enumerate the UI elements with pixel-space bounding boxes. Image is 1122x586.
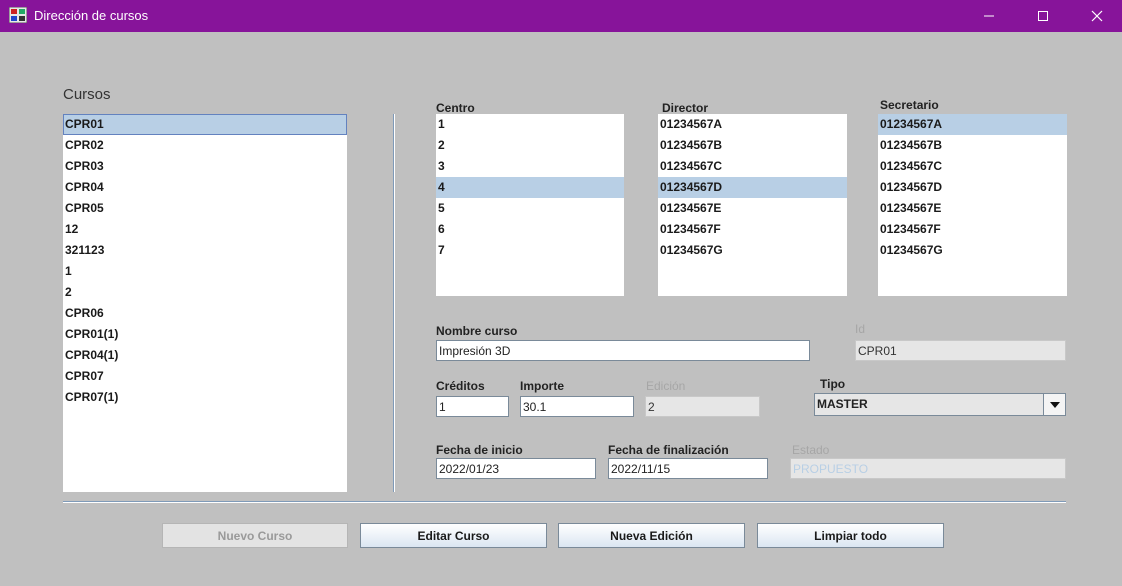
cursos-list-item[interactable]: CPR07	[63, 366, 347, 387]
centro-list-item[interactable]: 6	[436, 219, 624, 240]
cursos-list-item[interactable]: CPR04(1)	[63, 345, 347, 366]
cursos-list-item[interactable]: CPR07(1)	[63, 387, 347, 408]
nombre-curso-label: Nombre curso	[436, 324, 518, 338]
dropdown-button[interactable]	[1043, 394, 1065, 415]
director-list[interactable]: 01234567A 01234567B 01234567C 01234567D 0123…	[658, 114, 847, 296]
cursos-list-item[interactable]: CPR01	[63, 114, 347, 135]
secretario-list-item[interactable]: 01234567F	[878, 219, 1067, 240]
vertical-separator	[393, 114, 395, 492]
centro-list-item[interactable]: 2	[436, 135, 624, 156]
cursos-list-item[interactable]: CPR04	[63, 177, 347, 198]
id-field: CPR01	[855, 340, 1066, 361]
fecha-inicio-field[interactable]: 2022/01/23	[436, 458, 596, 479]
director-list-item[interactable]: 01234567C	[658, 156, 847, 177]
cursos-list-item[interactable]: CPR02	[63, 135, 347, 156]
cursos-list[interactable]: CPR01 CPR02 CPR03 CPR04 CPR05 12 321123 1 2 CPR06…	[63, 114, 347, 492]
importe-field[interactable]: 30.1	[520, 396, 634, 417]
secretario-list[interactable]: 01234567A 01234567B 01234567C 01234567D 0123…	[878, 114, 1067, 296]
fecha-fin-label: Fecha de finalización	[608, 443, 729, 457]
nuevo-curso-button[interactable]: Nuevo Curso	[162, 523, 348, 548]
centro-list-item[interactable]: 4	[436, 177, 624, 198]
secretario-list-item[interactable]: 01234567D	[878, 177, 1067, 198]
importe-label: Importe	[520, 379, 565, 393]
fecha-fin-field[interactable]: 2022/11/15	[608, 458, 768, 479]
tipo-select[interactable]: MASTER	[814, 393, 1066, 416]
maximize-button[interactable]	[1020, 0, 1066, 32]
java-app-icon	[9, 7, 27, 23]
centro-list-item[interactable]: 3	[436, 156, 624, 177]
edicion-label: Edición	[646, 379, 686, 393]
director-list-item[interactable]: 01234567A	[658, 114, 847, 135]
nueva-edicion-button[interactable]: Nueva Edición	[558, 523, 745, 548]
cursos-label: Cursos	[63, 86, 111, 103]
creditos-label: Créditos	[436, 379, 485, 393]
centro-label: Centro	[436, 101, 475, 115]
director-list-item[interactable]: 01234567D	[658, 177, 847, 198]
cursos-list-item[interactable]: CPR01(1)	[63, 324, 347, 345]
cursos-list-item[interactable]: 321123	[63, 240, 347, 261]
centro-list[interactable]: 1234567	[436, 114, 624, 296]
director-list-item[interactable]: 01234567F	[658, 219, 847, 240]
centro-list-item[interactable]: 7	[436, 240, 624, 261]
cursos-list-item[interactable]: 2	[63, 282, 347, 303]
cursos-list-item[interactable]: 12	[63, 219, 347, 240]
director-label: Director	[662, 101, 709, 115]
cursos-list-item[interactable]: 1	[63, 261, 347, 282]
horizontal-separator	[63, 501, 1066, 503]
minimize-icon	[984, 15, 994, 17]
cursos-list-item[interactable]: CPR06	[63, 303, 347, 324]
close-icon	[1091, 10, 1103, 22]
limpiar-todo-button[interactable]: Limpiar todo	[757, 523, 944, 548]
director-list-item[interactable]: 01234567E	[658, 198, 847, 219]
edicion-field: 2	[645, 396, 760, 417]
editar-curso-button[interactable]: Editar Curso	[360, 523, 547, 548]
tipo-select-value: MASTER	[817, 397, 868, 411]
minimize-button[interactable]	[966, 0, 1012, 32]
window-title: Dirección de cursos	[34, 8, 149, 23]
director-list-item[interactable]: 01234567G	[658, 240, 847, 261]
id-label: Id	[855, 322, 866, 336]
title-bar: Dirección de cursos	[0, 0, 1122, 32]
centro-list-item[interactable]: 5	[436, 198, 624, 219]
secretario-label: Secretario	[880, 98, 939, 112]
secretario-list-item[interactable]: 01234567E	[878, 198, 1067, 219]
fecha-inicio-label: Fecha de inicio	[436, 443, 523, 457]
secretario-list-item[interactable]: 01234567C	[878, 156, 1067, 177]
tipo-label: Tipo	[820, 377, 846, 391]
close-button[interactable]	[1074, 0, 1120, 32]
director-list-item[interactable]: 01234567B	[658, 135, 847, 156]
creditos-field[interactable]: 1	[436, 396, 509, 417]
centro-list-item[interactable]: 1	[436, 114, 624, 135]
secretario-list-item[interactable]: 01234567B	[878, 135, 1067, 156]
estado-label: Estado	[792, 443, 830, 457]
secretario-list-item[interactable]: 01234567G	[878, 240, 1067, 261]
cursos-list-item[interactable]: CPR03	[63, 156, 347, 177]
chevron-down-icon	[1049, 401, 1060, 408]
secretario-list-item[interactable]: 01234567A	[878, 114, 1067, 135]
cursos-list-item[interactable]: CPR05	[63, 198, 347, 219]
maximize-icon	[1038, 11, 1048, 21]
estado-field: PROPUESTO	[790, 458, 1066, 479]
nombre-curso-field[interactable]: Impresión 3D	[436, 340, 810, 361]
